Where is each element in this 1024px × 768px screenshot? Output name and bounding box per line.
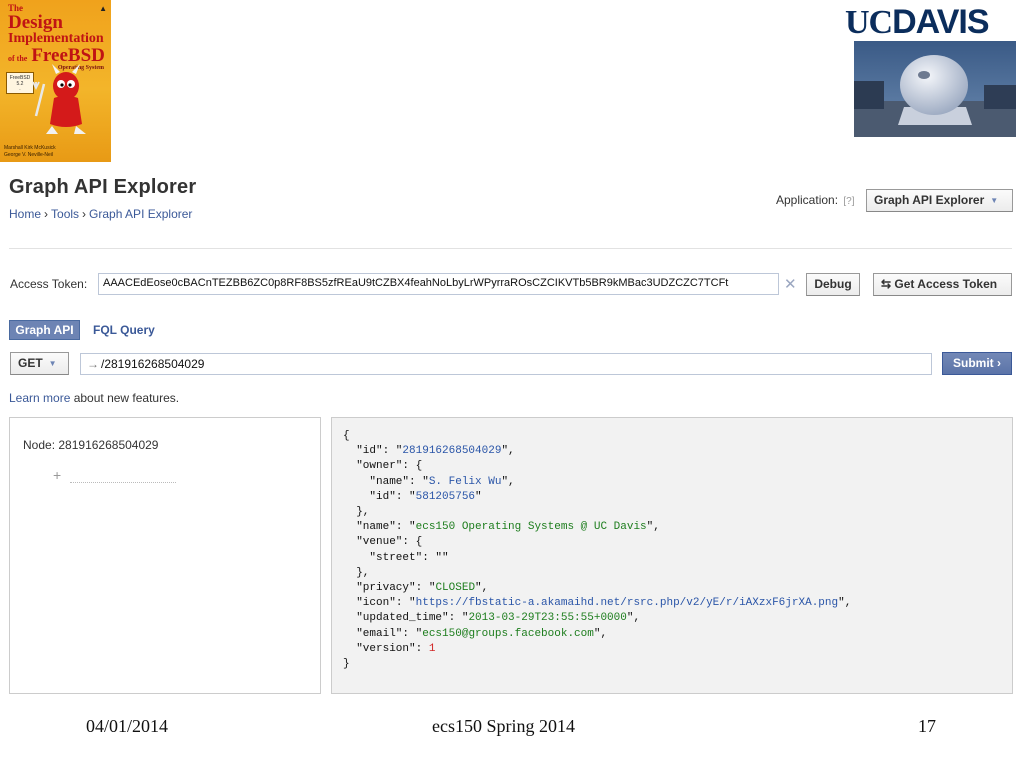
get-access-token-button[interactable]: ⇆ Get Access Token bbox=[873, 273, 1012, 296]
tab-fql-query[interactable]: FQL Query bbox=[93, 323, 155, 337]
logo-davis: DAVIS bbox=[892, 3, 989, 41]
access-token-input[interactable]: AAACEdEose0cBACnTEZBB6ZC0p8RF8BS5zfREaU9… bbox=[98, 273, 779, 295]
json-owner-id-value: 581205756 bbox=[415, 490, 476, 503]
breadcrumb-home[interactable]: Home bbox=[9, 207, 41, 221]
json-brace-open: { bbox=[343, 430, 350, 442]
chevron-down-icon: ▼ bbox=[48, 358, 57, 368]
json-privacy-value: CLOSED bbox=[435, 582, 476, 595]
ucdavis-logo: UCDAVIS bbox=[845, 3, 1023, 41]
request-path-input[interactable]: →/281916268504029 bbox=[80, 353, 932, 375]
header-divider bbox=[9, 248, 1012, 249]
access-token-label: Access Token: bbox=[10, 277, 88, 291]
application-select-value: Graph API Explorer bbox=[874, 193, 985, 207]
breadcrumb-separator: › bbox=[82, 207, 87, 221]
bsd-daemon-icon bbox=[32, 64, 86, 134]
application-label-text: Application: bbox=[776, 193, 839, 207]
request-path-value: /281916268504029 bbox=[101, 357, 205, 371]
slide-footer-course: ecs150 Spring 2014 bbox=[432, 716, 575, 736]
breadcrumb-tools[interactable]: Tools bbox=[51, 207, 79, 221]
chevron-down-icon: ▼ bbox=[990, 195, 999, 205]
book-title-implementation: Implementation bbox=[8, 31, 104, 46]
slide-page-number: 17 bbox=[918, 716, 936, 736]
json-updated-time-value: 2013-03-29T23:55:55+0000 bbox=[468, 612, 627, 625]
publisher-icon: ▲ bbox=[99, 4, 107, 13]
json-email-value: ecs150@groups.facebook.com bbox=[422, 627, 594, 640]
json-response-panel: { "id": "281916268504029", "owner": { "n… bbox=[331, 417, 1013, 694]
book-title-design: Design bbox=[8, 12, 63, 33]
freebsd-book-cover: The Design Implementation of the FreeBSD… bbox=[0, 0, 111, 162]
egghead-sculpture-photo bbox=[854, 41, 1016, 137]
application-label: Application: [?] bbox=[776, 193, 855, 207]
clear-token-icon[interactable]: ✕ bbox=[784, 275, 797, 293]
learn-more-line: Learn more about new features. bbox=[9, 391, 179, 405]
node-label: Node: 281916268504029 bbox=[23, 438, 158, 452]
http-method-select[interactable]: GET ▼ bbox=[10, 352, 69, 375]
field-placeholder-line bbox=[70, 482, 176, 483]
node-id: 281916268504029 bbox=[58, 438, 159, 452]
json-icon-link[interactable]: https://fbstatic-a.akamaihd.net/rsrc.php… bbox=[416, 597, 838, 609]
tab-graph-api[interactable]: Graph API bbox=[9, 320, 80, 340]
book-title: The Design Implementation of the FreeBSD… bbox=[8, 4, 108, 72]
slide-footer-date: 04/01/2014 bbox=[86, 716, 169, 736]
json-id-value: 281916268504029 bbox=[402, 445, 502, 458]
arrow-right-icon: → bbox=[87, 357, 99, 371]
http-method-value: GET bbox=[18, 356, 43, 370]
node-label-text: Node: bbox=[23, 438, 56, 452]
json-owner-name-value: S. Felix Wu bbox=[428, 475, 502, 488]
application-select[interactable]: Graph API Explorer ▼ bbox=[866, 189, 1013, 212]
book-title-freebsd: FreeBSD bbox=[31, 45, 105, 66]
submit-button[interactable]: Submit › bbox=[942, 352, 1012, 375]
json-brace-close: } bbox=[343, 658, 350, 671]
page-title: Graph API Explorer bbox=[9, 176, 197, 198]
breadcrumb-graph-api-explorer[interactable]: Graph API Explorer bbox=[89, 207, 192, 221]
node-tree-panel: Node: 281916268504029 + bbox=[9, 417, 321, 694]
logo-uc: UC bbox=[845, 4, 893, 41]
breadcrumb-separator: › bbox=[44, 207, 49, 221]
book-title-of-the: of the bbox=[8, 54, 28, 63]
debug-button[interactable]: Debug bbox=[806, 273, 860, 296]
add-field-icon[interactable]: + bbox=[53, 467, 61, 483]
application-help-link[interactable]: [?] bbox=[843, 196, 854, 207]
json-version-value: 1 bbox=[428, 642, 436, 655]
breadcrumb: Home › Tools › Graph API Explorer bbox=[9, 207, 192, 221]
learn-more-link[interactable]: Learn more bbox=[9, 391, 70, 405]
json-name-value: ecs150 Operating Systems @ UC Davis bbox=[415, 521, 647, 534]
book-authors: Marshall Kirk McKusick George V. Neville… bbox=[4, 145, 56, 158]
learn-more-text: about new features. bbox=[70, 391, 180, 405]
